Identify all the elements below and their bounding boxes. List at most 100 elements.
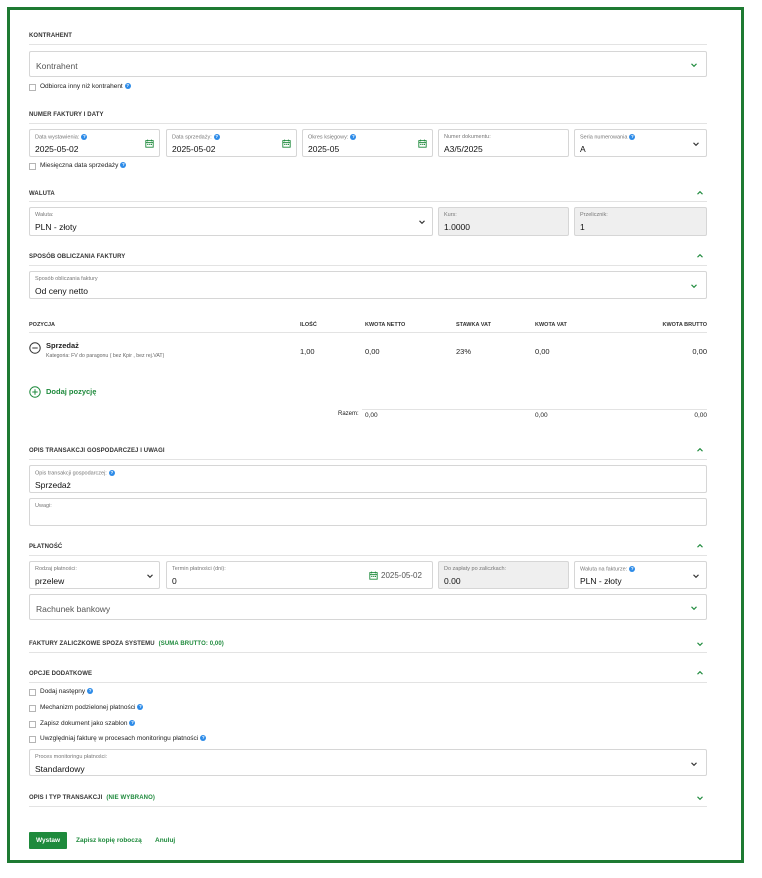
exchange-rate-value: 1.0000 <box>444 222 470 232</box>
chevron-down-icon <box>419 220 425 225</box>
help-icon[interactable]: ? <box>213 134 220 140</box>
converter-label: Przelicznik: <box>580 212 608 218</box>
bank-account-select[interactable]: Rachunek bankowy <box>29 594 707 620</box>
invoice-currency-label: Waluta na fakturze:? <box>580 566 636 573</box>
chevron-down-icon <box>691 284 697 289</box>
row-item-name: Sprzedaż <box>46 341 79 350</box>
other-recipient-checkbox[interactable] <box>29 84 36 91</box>
divider <box>29 265 707 266</box>
amount-to-pay-field: Do zapłaty po zaliczkach: 0.00 <box>438 561 569 589</box>
chevron-down-icon[interactable] <box>696 640 704 648</box>
chevron-up-icon[interactable] <box>696 446 704 454</box>
transaction-description-label: Opis transakcji gospodarczej:? <box>35 470 115 477</box>
help-icon[interactable]: ? <box>129 720 136 727</box>
document-number-field[interactable]: Numer dokumentu: A3/5/2025 <box>438 129 569 157</box>
amount-to-pay-value: 0.00 <box>444 576 461 586</box>
chevron-down-icon <box>691 762 697 767</box>
exchange-rate-field: Kurs: 1.0000 <box>438 207 569 236</box>
calendar-icon[interactable] <box>282 139 291 148</box>
other-recipient-label: Odbiorca inny niż kontrahent? <box>40 83 131 90</box>
document-number-label: Numer dokumentu: <box>444 134 491 140</box>
currency-value: PLN - złoty <box>35 222 77 232</box>
calendar-icon[interactable] <box>145 139 154 148</box>
issue-date-field[interactable]: Data wystawienia:? 2025-05-02 <box>29 129 160 157</box>
help-icon[interactable]: ? <box>629 134 636 140</box>
accounting-period-label: Okres księgowy:? <box>308 134 357 141</box>
accounting-period-field[interactable]: Okres księgowy:? 2025-05 <box>302 129 433 157</box>
total-net: 0,00 <box>365 412 378 419</box>
section-title-description: OPIS TRANSAKCJI GOSPODARCZEJ I UWAGI <box>29 448 165 454</box>
option-checkbox-monitoring[interactable] <box>29 736 36 743</box>
remove-row-icon[interactable] <box>29 342 41 354</box>
payment-type-select[interactable]: Rodzaj płatności: przelew <box>29 561 160 589</box>
save-draft-button[interactable]: Zapisz kopię roboczą <box>76 837 142 844</box>
option-checkbox-split-payment[interactable] <box>29 705 36 712</box>
divider <box>29 201 707 202</box>
issue-date-value: 2025-05-02 <box>35 144 79 154</box>
help-icon[interactable]: ? <box>350 134 357 140</box>
calc-method-select[interactable]: Sposób obliczania faktury Od ceny netto <box>29 271 707 299</box>
currency-select[interactable]: Waluta: PLN - złoty <box>29 207 433 236</box>
monitoring-process-select[interactable]: Proces monitoringu płatności: Standardow… <box>29 749 707 776</box>
chevron-up-icon[interactable] <box>696 189 704 197</box>
payment-term-field[interactable]: Termin płatności (dni): 0 2025-05-02 <box>166 561 433 589</box>
numbering-series-value: A <box>580 144 586 154</box>
chevron-down-icon[interactable] <box>696 794 704 802</box>
add-position-label: Dodaj pozycję <box>46 387 97 396</box>
payment-type-label: Rodzaj płatności: <box>35 566 77 572</box>
notes-field[interactable]: Uwagi: <box>29 498 707 526</box>
monthly-sale-date-label: Miesięczna data sprzedaży? <box>40 162 127 169</box>
calendar-icon[interactable] <box>369 571 378 580</box>
help-icon[interactable]: ? <box>87 688 94 695</box>
table-row[interactable]: Sprzedaż Kategoria: FV do paragonu ( bez… <box>29 341 707 363</box>
col-header-item: POZYCJA <box>29 322 55 328</box>
section-title-calc-method: SPOSÓB OBLICZANIA FAKTURY <box>29 254 126 260</box>
row-vat: 0,00 <box>535 347 550 356</box>
section-title-extra-options: OPCJE DODATKOWE <box>29 671 93 677</box>
sale-date-field[interactable]: Data sprzedaży:? 2025-05-02 <box>166 129 297 157</box>
option-checkbox-save-template[interactable] <box>29 721 36 728</box>
converter-field: Przelicznik: 1 <box>574 207 707 236</box>
contractor-select[interactable]: Kontrahent <box>29 51 707 77</box>
payment-term-value: 0 <box>172 576 177 586</box>
section-title-advance-invoices: FAKTURY ZALICZKOWE SPOZA SYSTEMU (SUMA BR… <box>29 641 224 647</box>
help-icon[interactable]: ? <box>137 704 144 711</box>
converter-value: 1 <box>580 222 585 232</box>
payment-term-label: Termin płatności (dni): <box>172 566 226 572</box>
chevron-down-icon <box>147 574 153 579</box>
row-net: 0,00 <box>365 347 380 356</box>
cancel-button[interactable]: Anuluj <box>155 837 175 844</box>
bank-account-placeholder: Rachunek bankowy <box>36 604 111 614</box>
col-header-qty: ILOŚĆ <box>300 322 317 328</box>
chevron-down-icon <box>693 142 699 147</box>
help-icon[interactable]: ? <box>108 470 115 476</box>
invoice-currency-select[interactable]: Waluta na fakturze:? PLN - złoty <box>574 561 707 589</box>
section-title-contractor: KONTRAHENT <box>29 33 72 39</box>
option-checkbox-add-next[interactable] <box>29 689 36 696</box>
help-icon[interactable]: ? <box>81 134 88 140</box>
amount-to-pay-label: Do zapłaty po zaliczkach: <box>444 566 507 572</box>
chevron-up-icon[interactable] <box>696 669 704 677</box>
row-item-category: Kategoria: FV do paragonu ( bez Kpir , b… <box>46 353 165 359</box>
issue-button[interactable]: Wystaw <box>29 832 67 849</box>
chevron-up-icon[interactable] <box>696 252 704 260</box>
col-header-gross: KWOTA BRUTTO <box>662 322 707 328</box>
advance-invoices-sum: (SUMA BRUTTO: 0,00) <box>158 641 224 647</box>
document-number-value: A3/5/2025 <box>444 144 483 154</box>
help-icon[interactable]: ? <box>629 566 636 572</box>
chevron-up-icon[interactable] <box>696 542 704 550</box>
help-icon[interactable]: ? <box>120 162 127 169</box>
total-label: Razem: <box>338 411 359 417</box>
transaction-description-field[interactable]: Opis transakcji gospodarczej:? Sprzedaż <box>29 465 707 493</box>
invoice-currency-value: PLN - złoty <box>580 576 622 586</box>
section-title-transaction-type: OPIS I TYP TRANSAKCJI (NIE WYBRANO) <box>29 795 155 801</box>
help-icon[interactable]: ? <box>200 735 207 742</box>
section-title-invoice-dates: NUMER FAKTURY I DATY <box>29 112 104 118</box>
calendar-icon[interactable] <box>418 139 427 148</box>
numbering-series-select[interactable]: Seria numerowania? A <box>574 129 707 157</box>
currency-label: Waluta: <box>35 212 54 218</box>
monthly-sale-date-checkbox[interactable] <box>29 163 36 170</box>
help-icon[interactable]: ? <box>124 83 131 90</box>
payment-due-date: 2025-05-02 <box>381 571 422 580</box>
sale-date-label: Data sprzedaży:? <box>172 134 220 141</box>
